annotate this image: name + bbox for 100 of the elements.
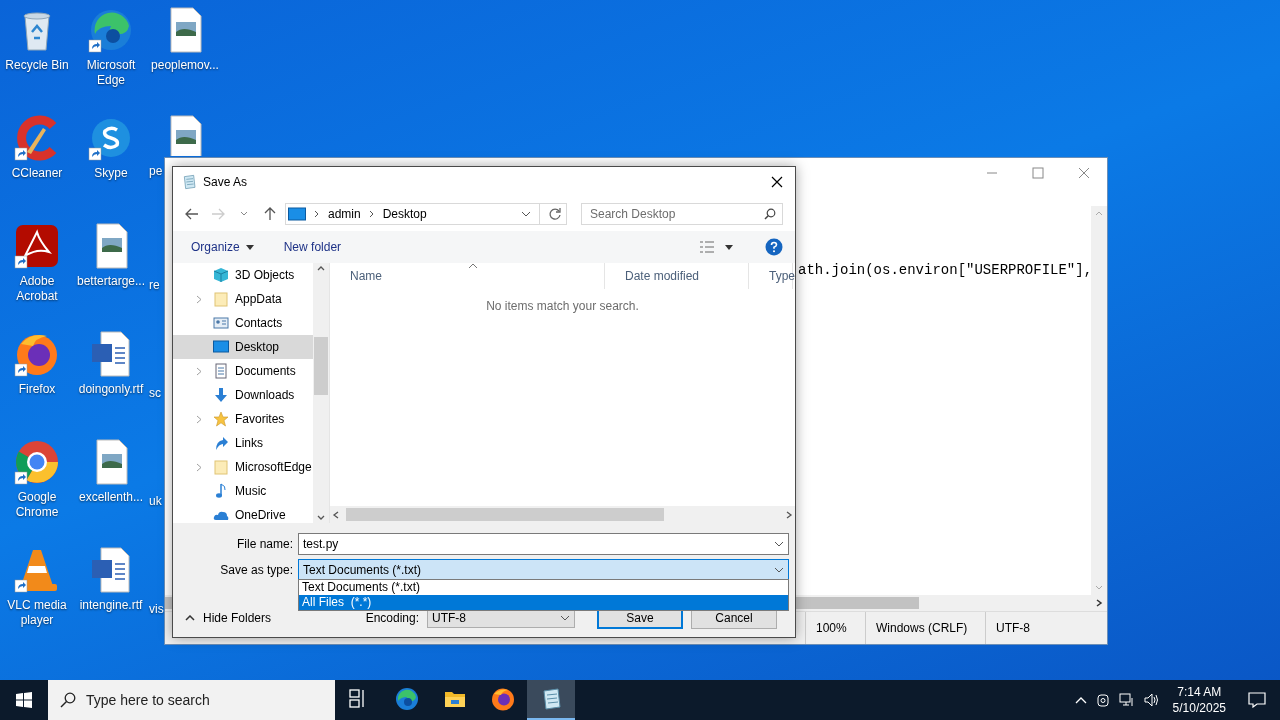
dropdown-caret-icon <box>521 210 531 218</box>
back-arrow-icon <box>185 208 199 220</box>
column-header[interactable]: Date modified <box>605 263 749 289</box>
horizontal-scrollbar[interactable] <box>330 506 795 523</box>
notepad-icon <box>181 174 197 190</box>
file-type-dropdown[interactable]: Text Documents (*.txt) <box>298 559 789 581</box>
word-document-icon <box>92 331 130 377</box>
field-label: Save as type: <box>219 563 294 577</box>
network-icon <box>1118 692 1135 708</box>
hide-folders-button[interactable]: Hide Folders <box>185 611 272 625</box>
desktop-icon-label[interactable]: peoplemov... <box>149 58 221 73</box>
folder-tree-item[interactable]: 3D Objects <box>173 263 313 287</box>
desktop-icon-label[interactable]: re <box>148 278 160 293</box>
taskbar-clock[interactable]: 7:14 AM 5/10/2025 <box>1164 680 1234 720</box>
search-input[interactable]: Search Desktop <box>590 204 764 224</box>
desktop-icon-label[interactable]: bettertarge... <box>75 274 147 289</box>
help-icon[interactable] <box>765 238 783 256</box>
breadcrumb-item[interactable]: admin <box>328 207 361 221</box>
caret-icon <box>560 614 570 622</box>
scroll-down-icon[interactable] <box>317 515 325 521</box>
status-bar-cell: Windows (CRLF) <box>865 612 985 644</box>
cloud-icon <box>213 511 229 520</box>
edge-logo-icon <box>396 688 418 710</box>
folder-icon <box>214 460 228 475</box>
edge-logo-icon <box>91 10 131 50</box>
folder-tree-item[interactable]: OneDrive <box>173 503 313 523</box>
desktop-icon-label[interactable]: intengine.rtf <box>75 598 147 613</box>
desktop-icon-label[interactable]: doingonly.rtf <box>75 382 147 397</box>
desktop-icon-label[interactable]: uk <box>148 494 162 509</box>
caret-icon <box>1074 696 1087 704</box>
folder-tree-item[interactable]: MicrosoftEdge <box>173 455 313 479</box>
folder-tree-item[interactable]: Favorites <box>173 407 313 431</box>
caret-icon <box>185 615 195 621</box>
search-field[interactable]: Search Desktop <box>581 203 783 225</box>
view-options-icon[interactable] <box>699 240 735 254</box>
code-line: ath.join(os.environ["USERPROFILE"], <box>798 262 1093 278</box>
folder-tree-item[interactable]: AppData <box>173 287 313 311</box>
dropdown-option[interactable]: Text Documents (*.txt) <box>299 580 788 595</box>
desktop-icon-label[interactable]: excellenth... <box>75 490 147 505</box>
search-icon <box>764 208 776 220</box>
image-file-icon <box>170 7 202 53</box>
field-label: File name: <box>235 537 294 551</box>
sort-caret-icon <box>468 263 478 269</box>
caret-icon <box>774 566 784 574</box>
desktop-icon[interactable] <box>13 222 61 270</box>
firefox-logo-icon <box>492 688 514 711</box>
desktop-icon-label[interactable]: Microsoft Edge <box>75 58 147 88</box>
desktop-icon-label[interactable]: Recycle Bin <box>1 58 73 73</box>
desktop-icon-label[interactable]: sc <box>148 386 161 401</box>
desktop-icon-label[interactable]: pe <box>148 164 163 179</box>
organize-menu-button[interactable]: Organize <box>181 236 264 258</box>
chrome-logo-icon <box>16 441 58 483</box>
windows-logo-icon <box>16 692 32 708</box>
star-icon <box>213 411 229 427</box>
breadcrumb-item[interactable]: Desktop <box>382 207 427 221</box>
desktop-icon-label[interactable]: VLC media player <box>1 598 73 628</box>
desktop-icon[interactable] <box>13 438 61 486</box>
search-icon[interactable] <box>60 692 76 708</box>
folder-tree-item[interactable]: Downloads <box>173 383 313 407</box>
new-folder-button[interactable]: New folder <box>273 236 352 258</box>
desktop-icon-label[interactable]: Google Chrome <box>1 490 73 520</box>
dialog-title: Save As <box>203 175 249 189</box>
address-bar[interactable]: admin Desktop <box>285 203 567 225</box>
download-arrow-icon <box>215 388 227 402</box>
caret-icon[interactable] <box>774 540 784 548</box>
desktop-icon-label[interactable]: Adobe Acrobat <box>1 274 73 304</box>
desktop-icon-label[interactable]: Firefox <box>1 382 73 397</box>
monitor-icon <box>288 207 306 221</box>
desktop-icon-label[interactable]: CCleaner <box>1 166 73 181</box>
folder-icon <box>214 292 228 307</box>
folder-tree-item[interactable]: Contacts <box>173 311 313 335</box>
skype-logo-icon <box>92 119 130 157</box>
ccleaner-logo-icon <box>17 115 57 161</box>
cube-icon <box>213 268 229 283</box>
folder-tree-item[interactable]: Links <box>173 431 313 455</box>
taskbar-app-button[interactable] <box>527 680 575 720</box>
column-header[interactable]: Type <box>749 263 793 289</box>
dropdown-option[interactable]: All Files (*.*) <box>299 595 788 610</box>
notepad-icon <box>543 688 561 710</box>
refresh-icon[interactable] <box>548 207 562 221</box>
contact-card-icon <box>213 317 229 329</box>
folder-tree-item[interactable]: Desktop <box>173 335 313 359</box>
desktop-icon-label[interactable]: Skype <box>75 166 147 181</box>
desktop-icon-label[interactable]: vis <box>148 602 164 617</box>
scrollbar-thumb[interactable] <box>314 337 328 395</box>
up-arrow-icon <box>264 207 276 221</box>
scroll-up-icon[interactable] <box>317 265 325 271</box>
folder-tree-item[interactable]: Documents <box>173 359 313 383</box>
column-header[interactable]: Name <box>330 263 605 289</box>
vertical-scrollbar[interactable] <box>313 263 329 523</box>
status-bar-cell: 100% <box>805 612 865 644</box>
folder-tree-item[interactable]: Music <box>173 479 313 503</box>
firefox-logo-icon <box>17 335 57 375</box>
maximize-icon <box>1032 167 1044 179</box>
notification-icon <box>1248 692 1266 708</box>
forward-arrow-icon <box>211 208 225 220</box>
acrobat-logo-icon <box>16 225 58 267</box>
volume-icon <box>1142 692 1161 708</box>
task-view-icon <box>349 689 364 708</box>
status-bar-cell: UTF-8 <box>985 612 1107 644</box>
